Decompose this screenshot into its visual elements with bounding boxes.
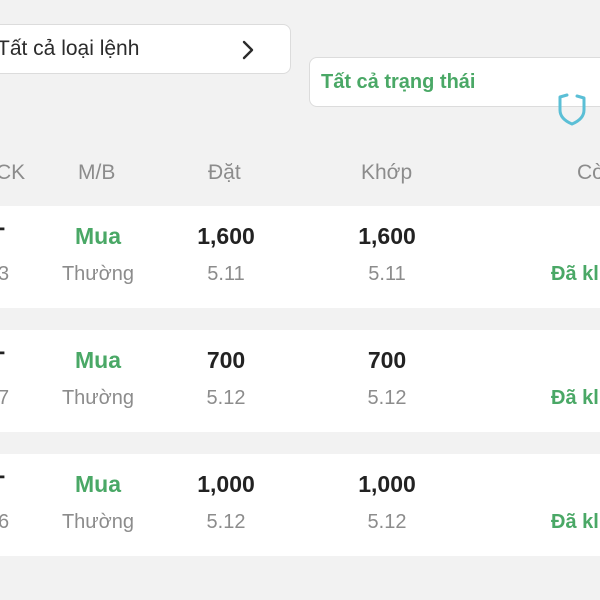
header-side: M/B — [78, 161, 116, 184]
header-matched: Khớp — [361, 161, 413, 184]
header-symbol: CK — [0, 161, 26, 184]
order-book-screen: Tất cả loại lệnh Tất cả trạng thái CK M/… — [0, 0, 600, 600]
placed-price: 5.12 — [206, 387, 246, 409]
order-type: Thường — [61, 387, 135, 409]
order-status: Đã kl — [551, 511, 599, 533]
order-status: Đã kl — [551, 387, 599, 409]
matched-price: 5.12 — [367, 511, 407, 533]
order-side: Mua — [75, 471, 121, 497]
placed-price: 5.11 — [207, 263, 245, 285]
order-symbol: T — [0, 347, 5, 375]
matched-price: 5.12 — [367, 387, 407, 409]
order-type-filter-label: Tất cả loại lệnh — [0, 37, 140, 60]
matched-quantity: 1,600 — [358, 223, 416, 249]
order-number: 3 — [0, 263, 10, 285]
order-number: 6 — [0, 511, 10, 533]
table-header: CK M/B Đặt Khớp Cò — [0, 155, 600, 191]
order-status: Đã kl — [551, 263, 599, 285]
order-type: Thường — [61, 511, 135, 533]
status-filter-label: Tất cả trạng thái — [321, 70, 476, 93]
order-side: Mua — [75, 223, 121, 249]
order-number: 7 — [0, 387, 10, 409]
matched-price: 5.11 — [368, 263, 406, 285]
order-side: Mua — [75, 347, 121, 373]
order-row[interactable]: T 3 Mua Thường 1,600 5.11 1,600 5.11 Đã … — [0, 206, 600, 308]
matched-quantity: 1,000 — [358, 471, 416, 497]
order-type-filter[interactable]: Tất cả loại lệnh — [0, 24, 291, 74]
chevron-right-icon — [242, 40, 254, 60]
placed-quantity: 700 — [206, 347, 246, 373]
matched-quantity: 700 — [367, 347, 407, 373]
refresh-icon[interactable] — [552, 88, 592, 128]
order-symbol: T — [0, 223, 5, 251]
order-row[interactable]: T 6 Mua Thường 1,000 5.12 1,000 5.12 Đã … — [0, 454, 600, 556]
order-symbol: T — [0, 471, 5, 499]
header-placed: Đặt — [208, 161, 241, 184]
order-row[interactable]: T 7 Mua Thường 700 5.12 700 5.12 Đã kl — [0, 330, 600, 432]
order-type: Thường — [61, 263, 135, 285]
placed-quantity: 1,000 — [197, 471, 255, 497]
placed-quantity: 1,600 — [197, 223, 255, 249]
header-remaining: Cò — [577, 161, 600, 184]
placed-price: 5.12 — [206, 511, 246, 533]
